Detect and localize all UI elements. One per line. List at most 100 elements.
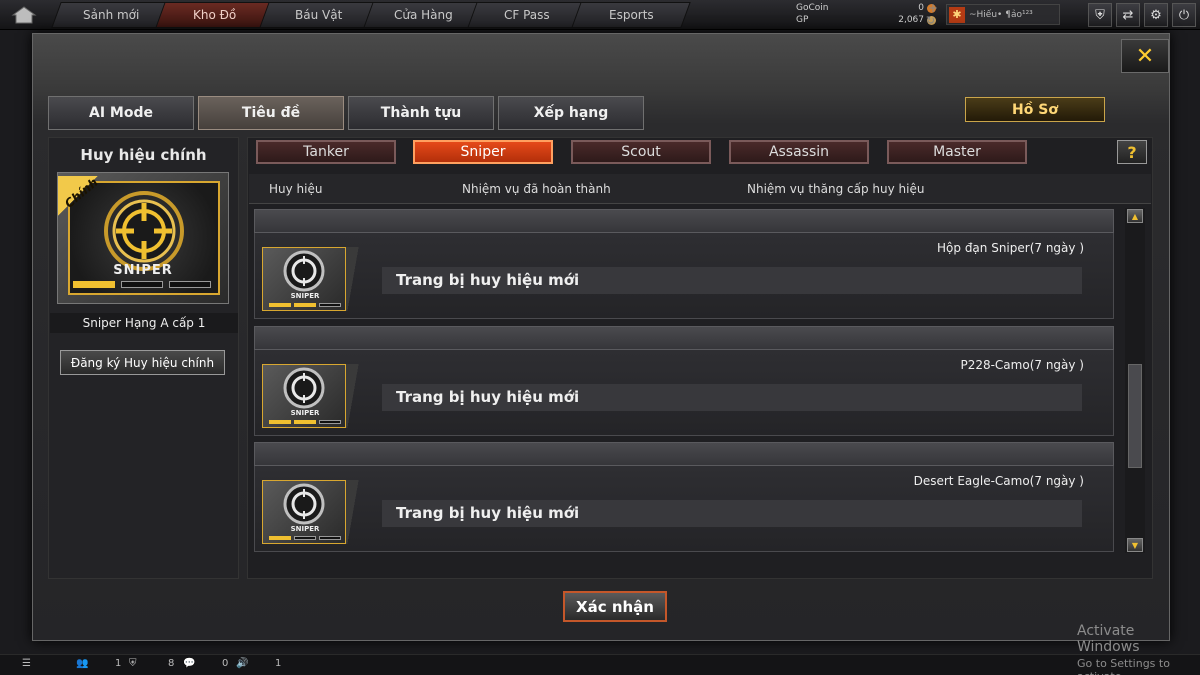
shield-icon: ⛨ [1095,7,1105,23]
badge-thumbnail-notch [346,247,360,311]
main-badge-title: Huy hiệu chính [80,146,207,164]
top-navigation-bar: Sảnh mới Kho Đồ Báu Vật Cửa Hàng CF Pass… [0,0,1200,30]
progress-segment [269,536,291,540]
player-profile[interactable]: ✱ ~Hiếu• ¶ảo¹²³ [946,4,1060,25]
item-task: Trang bị huy hiệu mới [382,384,1082,411]
nav-tab-cf-pass[interactable]: CF Pass [467,2,587,28]
settings-button[interactable]: ⚙ [1144,3,1168,27]
tab-xep-hang[interactable]: Xếp hạng [498,96,644,130]
currency-panel: GoCoin 0 GP 2,067 [796,2,936,26]
badge-thumbnail-progress [269,536,341,540]
main-badge-progress [73,281,211,288]
main-badge-rank: Sniper Hạng A cấp 1 [50,313,238,333]
home-button[interactable] [6,3,42,27]
gocoin-value: 0 [918,3,924,13]
friends-icon[interactable]: 👥 [76,658,88,669]
progress-segment [319,303,341,307]
progress-segment [319,420,341,424]
power-button[interactable]: ⏻ [1172,3,1196,27]
progress-segment [169,281,211,288]
list-item-header [254,326,1114,350]
windows-activation-watermark: Activate Windows Go to Settings to activ… [1077,623,1200,675]
item-reward: P228-Camo(7 ngày ) [960,358,1084,372]
clan-count: 8 [168,658,175,669]
refresh-icon[interactable]: ↻ [926,14,935,27]
home-icon [11,6,37,24]
sniper-crosshair-icon [283,367,325,409]
badge-thumbnail-name: SNIPER [290,525,320,533]
badge-thumbnail-name: SNIPER [290,292,320,300]
subtab-assassin[interactable]: Assassin [729,140,869,164]
chat-count: 0 [222,658,229,669]
exit-button[interactable]: ⇄ [1116,3,1140,27]
close-button[interactable]: ✕ [1121,39,1169,73]
tab-thanh-tuu[interactable]: Thành tựu [348,96,494,130]
progress-segment [269,303,291,307]
chat-icon[interactable]: 💬 [183,658,195,669]
exit-icon: ⇄ [1122,7,1134,23]
progress-segment [73,281,115,288]
gp-label: GP [796,15,809,25]
arrow-down-icon: ▼ [1131,540,1139,550]
nav-tab-kho-do[interactable]: Kho Đồ [155,2,275,28]
column-header-row: Huy hiệu Nhiệm vụ đã hoàn thành Nhiệm vụ… [249,174,1151,204]
register-main-badge-button[interactable]: Đăng ký Huy hiệu chính [60,350,225,375]
badge-thumbnail-notch [346,480,360,544]
progress-segment [121,281,163,288]
scrollbar-thumb[interactable] [1128,364,1142,468]
rank-icon: ✱ [949,6,965,23]
column-header-upgrade: Nhiệm vụ thăng cấp huy hiệu [747,182,925,196]
sniper-crosshair-icon [283,483,325,525]
gp-value: 2,067 [898,15,924,25]
badge-list[interactable]: SNIPER Hộp đạn Sniper(7 ngày ) Trang bị … [249,204,1119,555]
player-name: ~Hiếu• ¶ảo¹²³ [969,9,1033,20]
subtab-tanker[interactable]: Tanker [256,140,396,164]
sound-icon[interactable]: 🔊 [236,658,248,669]
sniper-crosshair-icon [283,250,325,292]
badge-thumbnail-progress [269,420,341,424]
badge-list-item[interactable]: SNIPER Desert Eagle-Camo(7 ngày ) Trang … [254,442,1114,552]
nav-tab-cua-hang[interactable]: Cửa Hàng [363,2,483,28]
activate-subtitle: Go to Settings to activate [1077,657,1170,675]
scroll-down-button[interactable]: ▼ [1127,538,1143,552]
scroll-up-button[interactable]: ▲ [1127,209,1143,223]
progress-segment [269,420,291,424]
help-icon: ? [1127,142,1137,162]
badge-thumbnail-progress [269,303,341,307]
subtab-master[interactable]: Master [887,140,1027,164]
progress-segment [294,420,316,424]
subtab-scout[interactable]: Scout [571,140,711,164]
tab-tieu-de[interactable]: Tiêu đề [198,96,344,130]
tab-ai-mode[interactable]: AI Mode [48,96,194,130]
badge-thumbnail: SNIPER [262,364,346,428]
menu-icon[interactable]: ☰ [22,658,31,669]
shield-button[interactable]: ⛨ [1088,3,1112,27]
item-task: Trang bị huy hiệu mới [382,267,1082,294]
nav-tab-sanh-moi[interactable]: Sảnh mới [51,2,171,28]
badge-list-item[interactable]: SNIPER Hộp đạn Sniper(7 ngày ) Trang bị … [254,209,1114,319]
badge-thumbnail-notch [346,364,360,428]
power-icon: ⏻ [1178,7,1190,23]
confirm-button[interactable]: Xác nhận [563,591,667,622]
arrow-up-icon: ▲ [1131,211,1139,221]
list-item-header [254,442,1114,466]
item-task: Trang bị huy hiệu mới [382,500,1082,527]
clan-shield-icon[interactable]: ⛨ [129,658,137,669]
badge-thumbnail: SNIPER [262,247,346,311]
subtab-sniper[interactable]: Sniper [413,140,553,164]
activate-title: Activate Windows [1077,623,1140,655]
nav-tab-bau-vat[interactable]: Báu Vật [259,2,379,28]
friends-count: 1 [115,658,122,669]
add-currency-icon[interactable]: + [928,1,938,15]
nav-tab-esports[interactable]: Esports [571,2,691,28]
item-reward: Hộp đạn Sniper(7 ngày ) [937,241,1084,255]
badge-thumbnail-name: SNIPER [290,409,320,417]
profile-button[interactable]: Hồ Sơ [965,97,1105,122]
badge-thumbnail: SNIPER [262,480,346,544]
main-badge-name: SNIPER [113,263,173,278]
column-header-completed: Nhiệm vụ đã hoàn thành [462,182,611,196]
sound-count: 1 [275,658,282,669]
help-button[interactable]: ? [1117,140,1147,164]
list-item-header [254,209,1114,233]
badge-list-item[interactable]: SNIPER P228-Camo(7 ngày ) Trang bị huy h… [254,326,1114,436]
